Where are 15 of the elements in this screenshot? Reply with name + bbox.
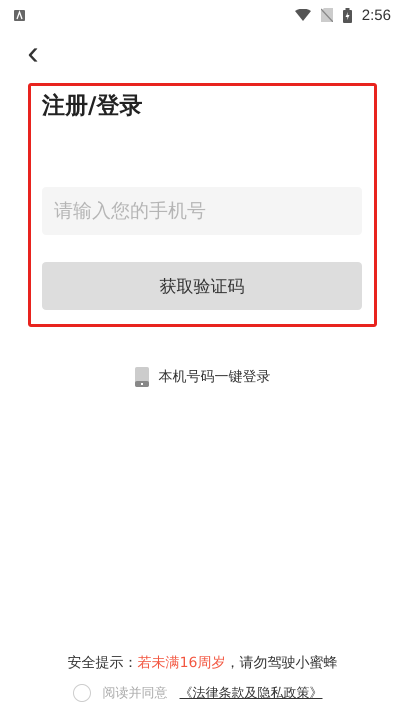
page-title: 注册/登录 — [42, 92, 144, 121]
phone-icon — [134, 367, 148, 387]
notification-icon — [14, 10, 25, 20]
get-code-button[interactable]: 获取验证码 — [42, 262, 362, 310]
battery-charging-icon — [342, 8, 352, 22]
terms-link[interactable]: 《法律条款及隐私政策》 — [180, 684, 322, 702]
safety-tip: 安全提示：若未满16周岁，请勿驾驶小蜜蜂 — [66, 654, 338, 672]
agree-checkbox[interactable] — [72, 684, 90, 702]
status-time: 2:56 — [362, 6, 391, 24]
no-sim-icon — [320, 8, 333, 22]
wifi-icon — [294, 9, 311, 21]
back-button[interactable]: ‹ — [18, 36, 48, 70]
one-click-login-button[interactable]: 本机号码一键登录 — [134, 367, 270, 387]
phone-input-field[interactable]: 请输入您的手机号 — [42, 187, 362, 235]
agree-text: 阅读并同意 — [102, 685, 168, 702]
